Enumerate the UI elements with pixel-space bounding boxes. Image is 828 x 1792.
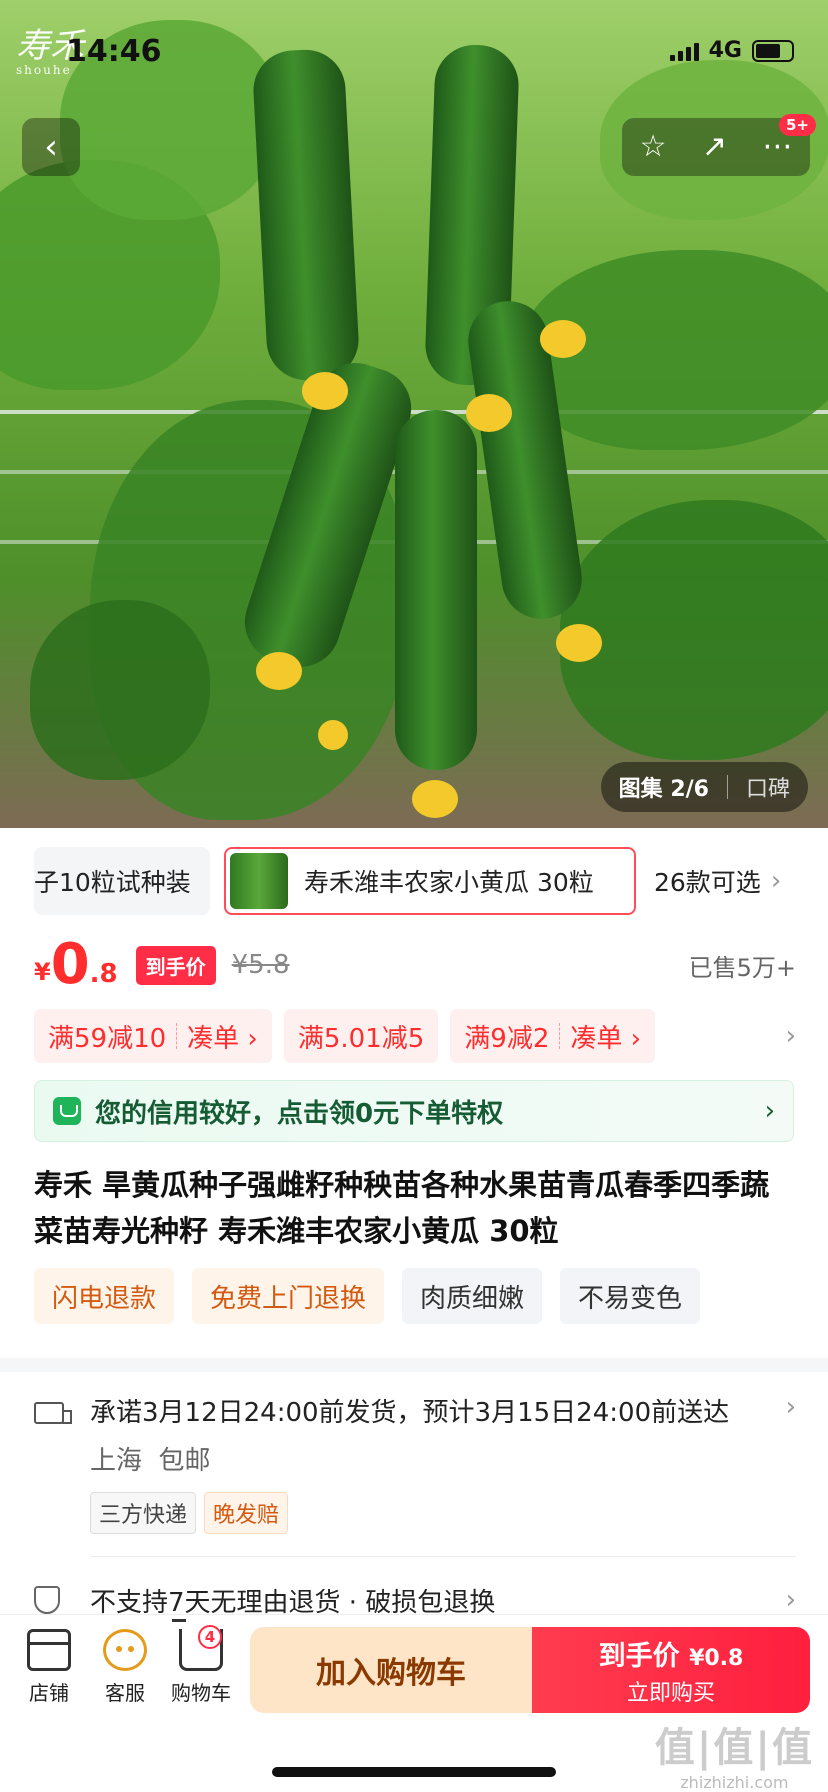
store-tab[interactable]: 店铺 xyxy=(14,1629,84,1706)
credit-banner[interactable]: 您的信用较好，点击领0元下单特权 › xyxy=(34,1080,794,1142)
back-button[interactable]: ‹ xyxy=(22,118,80,176)
feature-tag: 不易变色 xyxy=(560,1268,701,1324)
coupon-item[interactable]: 满5.01减5 xyxy=(283,1009,439,1063)
chevron-left-icon: ‹ xyxy=(44,127,58,167)
currency-symbol: ¥ xyxy=(34,958,51,986)
more-badge: 5+ xyxy=(778,114,816,136)
sku-option-prev[interactable]: 子10粒试种装 xyxy=(34,847,210,915)
bottom-action-bar: 店铺 客服 购物车 4 加入购物车 到手价 ¥0.8 立即购买 值|值|值 zh… xyxy=(0,1614,828,1792)
original-price: ¥5.8 xyxy=(231,950,290,980)
coupon-row[interactable]: 满59减10 凑单 › 满5.01减5 满9减2 凑单 › › xyxy=(34,1008,796,1064)
delivery-tag: 三方快递 xyxy=(90,1492,197,1534)
feature-tag: 肉质细嫩 xyxy=(402,1268,543,1324)
chevron-right-icon: › xyxy=(785,1392,796,1422)
service-tab[interactable]: 客服 xyxy=(90,1629,160,1706)
customer-service-icon xyxy=(103,1629,147,1671)
sku-selector: 子10粒试种装 寿禾潍丰农家小黄瓜 30粒 26款可选 › xyxy=(0,844,828,918)
gallery-switcher[interactable]: 图集 2/6 口碑 xyxy=(600,762,808,812)
store-icon xyxy=(27,1629,71,1671)
divider xyxy=(90,1556,796,1557)
sold-count: 已售5万+ xyxy=(688,953,796,982)
status-time: 14:46 xyxy=(66,34,162,69)
chevron-right-icon: › xyxy=(770,866,782,896)
more-icon[interactable]: ⋯ xyxy=(762,132,792,162)
feature-tag: 免费上门退换 xyxy=(192,1268,385,1324)
chevron-right-icon: › xyxy=(785,1585,796,1615)
site-watermark: 值|值|值 zhizhizhi.com xyxy=(654,1725,814,1792)
status-indicators: 4G xyxy=(669,38,794,63)
delivery-promise: 承诺3月12日24:00前发货，预计3月15日24:00前送达 xyxy=(90,1398,730,1428)
chevron-right-icon[interactable]: › xyxy=(786,1021,796,1051)
buy-now-button[interactable]: 到手价 ¥0.8 立即购买 xyxy=(532,1627,810,1713)
truck-icon xyxy=(34,1402,72,1424)
star-icon[interactable]: ☆ xyxy=(640,132,667,162)
delivery-origin: 上海 包邮 xyxy=(90,1446,211,1476)
feature-tag: 闪电退款 xyxy=(34,1268,175,1324)
chevron-right-icon: › xyxy=(764,1096,775,1126)
bag-icon xyxy=(53,1097,81,1125)
share-icon[interactable]: ↗ xyxy=(702,132,727,162)
feature-tags: 闪电退款 免费上门退换 肉质细嫩 不易变色 xyxy=(34,1268,701,1324)
final-price-tag: 到手价 xyxy=(135,945,216,985)
network-type: 4G xyxy=(708,38,742,63)
home-indicator[interactable] xyxy=(272,1767,556,1777)
shield-icon xyxy=(34,1586,60,1614)
battery-icon xyxy=(752,39,794,62)
price-row: ¥ 0 .8 到手价 ¥5.8 已售5万+ xyxy=(34,930,796,1000)
delivery-tag: 晚发赔 xyxy=(204,1492,289,1534)
price-integer: 0 xyxy=(50,932,90,997)
section-divider xyxy=(0,1358,828,1372)
product-title: 寿禾 旱黄瓜种子强雌籽种秧苗各种水果苗青瓜春季四季蔬菜苗寿光种籽 寿禾潍丰农家小… xyxy=(34,1168,770,1248)
delivery-tags: 三方快递 晚发赔 xyxy=(90,1492,289,1534)
add-to-cart-button[interactable]: 加入购物车 xyxy=(250,1627,532,1713)
sku-option-selected[interactable]: 寿禾潍丰农家小黄瓜 30粒 xyxy=(224,847,636,915)
reviews-tab[interactable]: 口碑 xyxy=(728,771,808,803)
sku-thumbnail xyxy=(230,853,288,909)
signal-icon xyxy=(669,41,699,61)
cart-count-badge: 4 xyxy=(198,1625,222,1649)
coupon-item[interactable]: 满9减2 凑单 › xyxy=(450,1009,656,1063)
coupon-item[interactable]: 满59减10 凑单 › xyxy=(34,1009,272,1063)
sku-more-button[interactable]: 26款可选 › xyxy=(654,863,781,899)
price-decimal: .8 xyxy=(89,959,118,989)
gallery-tab[interactable]: 图集 2/6 xyxy=(601,771,727,803)
product-detail-page: 寿禾 shouhe 14:46 4G ‹ ☆ ↗ ⋯ 5+ 图集 2/6 口碑 … xyxy=(0,0,828,1792)
